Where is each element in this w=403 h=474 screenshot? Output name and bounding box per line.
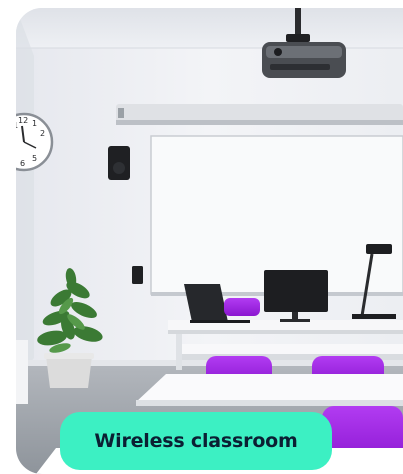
classroom-photo: 11 12 1 10 2 7 6 5 [16,8,403,474]
clock-numeral: 6 [20,159,25,168]
clock-numeral: 1 [32,119,37,128]
caption-label: Wireless classroom [94,430,298,452]
light-switch [132,266,143,284]
clock-numeral: 2 [40,129,45,138]
projector-screen [116,104,403,125]
student-desk-row-2 [136,374,403,406]
clock-numeral: 12 [18,116,28,125]
ceiling [16,8,403,48]
wall-speaker [108,146,130,180]
caption-badge: Wireless classroom [60,412,332,470]
clock-numeral: 5 [32,154,37,163]
